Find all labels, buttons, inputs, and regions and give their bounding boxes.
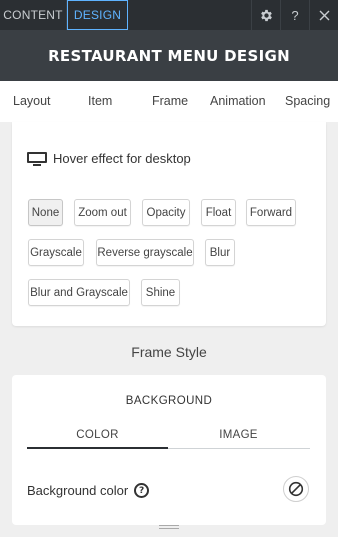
tab-frame[interactable]: Frame [152,94,188,108]
hover-effect-label: Hover effect for desktop [53,151,191,166]
hover-effect-heading: Hover effect for desktop [27,151,191,166]
effect-none[interactable]: None [28,199,63,226]
tab-layout[interactable]: Layout [13,94,51,108]
tab-spacing[interactable]: Spacing [285,94,330,108]
resize-handle-icon[interactable] [159,525,179,531]
tab-item[interactable]: Item [88,94,112,108]
image-tab-underline [168,448,310,449]
effect-opacity[interactable]: Opacity [142,199,190,226]
sub-tabs: Layout Item Frame Animation Spacing [0,81,338,129]
help-icon[interactable]: ? [280,0,309,30]
gear-icon[interactable] [251,0,280,30]
tab-image[interactable]: IMAGE [168,429,309,441]
help-circle-icon[interactable]: ? [134,483,150,498]
effect-grayscale[interactable]: Grayscale [28,239,84,266]
background-color-row: Background color ? [27,483,150,498]
no-color-icon[interactable] [283,476,309,502]
effect-forward[interactable]: Forward [246,199,296,226]
top-bar: CONTENT DESIGN ? [0,0,338,30]
effect-zoom-out[interactable]: Zoom out [74,199,131,226]
tab-animation[interactable]: Animation [210,94,266,108]
effect-blur-and-grayscale[interactable]: Blur and Grayscale [28,279,130,306]
effect-reverse-grayscale[interactable]: Reverse grayscale [96,239,194,266]
effect-blur[interactable]: Blur [205,239,235,266]
title-bar: RESTAURANT MENU DESIGN [0,30,338,81]
monitor-icon [27,151,47,166]
color-tab-underline [27,447,168,449]
effect-shine[interactable]: Shine [141,279,180,306]
page-title: RESTAURANT MENU DESIGN [48,46,290,65]
close-icon[interactable] [309,0,338,30]
background-card: BACKGROUND COLOR IMAGE Background color … [12,375,326,525]
tab-design[interactable]: DESIGN [67,0,128,30]
effect-float[interactable]: Float [201,199,236,226]
background-color-label: Background color [27,483,129,498]
tab-color[interactable]: COLOR [27,429,168,441]
background-title: BACKGROUND [125,395,213,407]
item-panel: Hover effect for desktop None Zoom out O… [12,122,326,326]
tab-content[interactable]: CONTENT [0,0,67,30]
frame-style-heading: Frame Style [131,344,207,360]
